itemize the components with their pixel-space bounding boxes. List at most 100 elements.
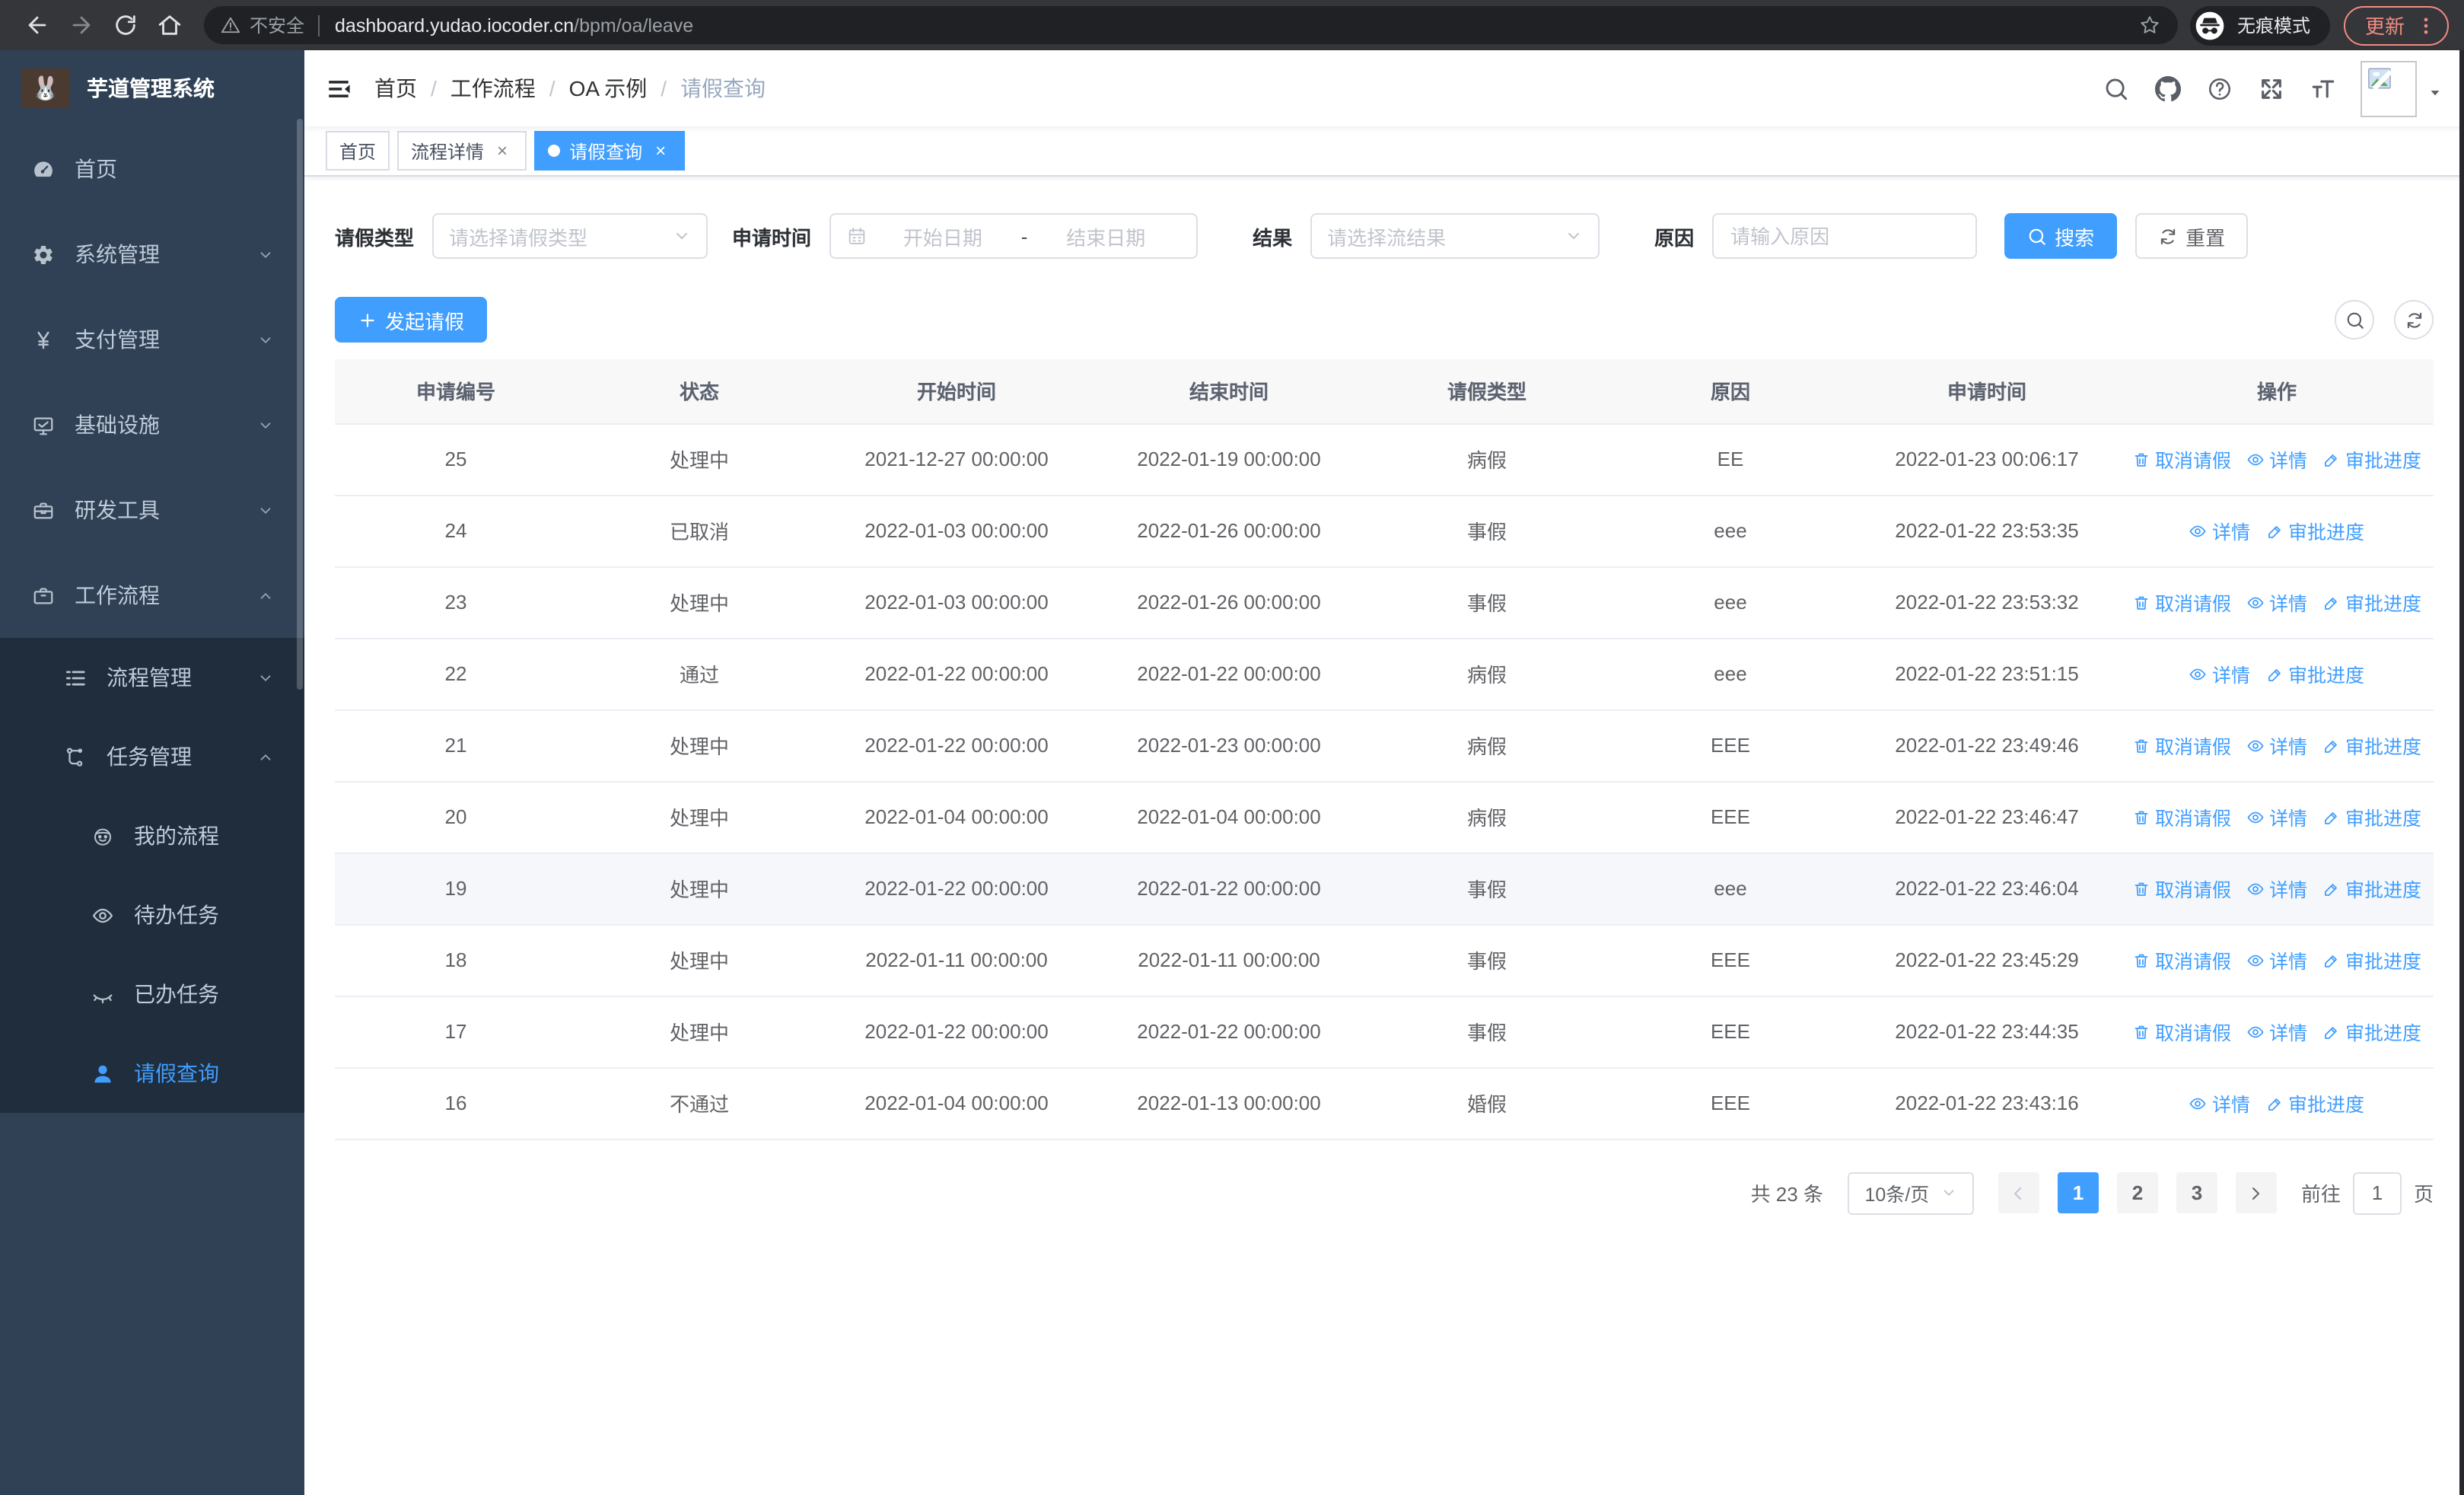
leave-type-select[interactable]: 请选择请假类型: [432, 213, 708, 259]
reason-input[interactable]: [1715, 215, 1975, 257]
action-progress-link[interactable]: 审批进度: [2322, 445, 2421, 473]
browser-back-icon[interactable]: [24, 12, 50, 38]
page-number-button[interactable]: 1: [2057, 1172, 2099, 1213]
sidebar-item-label: 系统管理: [75, 242, 160, 266]
action-detail-link[interactable]: 详情: [2246, 1017, 2307, 1046]
help-icon[interactable]: [2207, 75, 2233, 101]
action-detail-link[interactable]: 详情: [2189, 516, 2250, 545]
app-logo[interactable]: 🐰 芋道管理系统: [0, 50, 304, 126]
fold-sidebar-icon[interactable]: [326, 75, 352, 101]
action-cancel-link[interactable]: 取消请假: [2132, 874, 2231, 903]
sidebar-item[interactable]: 任务管理: [0, 717, 304, 796]
search-button[interactable]: 搜索: [2004, 213, 2118, 259]
end-date-placeholder[interactable]: 结束日期: [1030, 222, 1181, 250]
action-detail-link[interactable]: 详情: [2246, 445, 2307, 473]
breadcrumb-item[interactable]: 首页: [374, 73, 417, 104]
table-row: 23 处理中 2022-01-03 00:00:00 2022-01-26 00:00…: [335, 566, 2434, 639]
tab[interactable]: 请假查询 ×: [534, 131, 686, 171]
sidebar-item[interactable]: 流程管理: [0, 638, 304, 717]
action-cancel-link[interactable]: 取消请假: [2132, 945, 2231, 974]
action-detail-link[interactable]: 详情: [2246, 945, 2307, 974]
not-secure-icon[interactable]: [221, 15, 240, 35]
browser-reload-icon[interactable]: [113, 12, 138, 38]
page-number-button[interactable]: 2: [2116, 1172, 2158, 1213]
tab[interactable]: 流程详情 ×: [397, 131, 527, 171]
header-search-icon[interactable]: [2103, 75, 2129, 101]
cell-end: 2022-01-26 00:00:00: [1091, 495, 1367, 567]
page-number-button[interactable]: 3: [2176, 1172, 2217, 1213]
browser-forward-icon[interactable]: [68, 12, 94, 38]
chevron-up-icon: [257, 587, 274, 604]
user-avatar[interactable]: [2361, 60, 2417, 116]
sidebar-item[interactable]: 支付管理: [0, 297, 304, 382]
sidebar-item[interactable]: 已办任务: [0, 955, 304, 1034]
close-icon[interactable]: ×: [492, 140, 513, 161]
jump-page-input[interactable]: [2352, 1171, 2402, 1214]
reset-button[interactable]: 重置: [2135, 213, 2249, 259]
action-cancel-link[interactable]: 取消请假: [2132, 588, 2231, 617]
action-progress-link[interactable]: 审批进度: [2265, 1089, 2364, 1117]
sidebar-item[interactable]: 工作流程: [0, 553, 304, 638]
sidebar-item[interactable]: 待办任务: [0, 875, 304, 955]
incognito-icon: [2195, 10, 2225, 40]
font-size-icon[interactable]: [2310, 75, 2336, 101]
action-progress-link[interactable]: 审批进度: [2322, 874, 2421, 903]
refresh-table-button[interactable]: [2394, 300, 2434, 339]
action-progress-link[interactable]: 审批进度: [2322, 731, 2421, 760]
prev-page-button[interactable]: [1998, 1172, 2039, 1213]
avatar-caret-icon[interactable]: [2427, 85, 2443, 100]
eye-icon: [2246, 808, 2265, 826]
start-date-placeholder[interactable]: 开始日期: [867, 222, 1018, 250]
action-detail-link[interactable]: 详情: [2246, 874, 2307, 903]
url-host[interactable]: dashboard.yudao.iocoder.cn: [335, 14, 574, 36]
sidebar-item[interactable]: 首页: [0, 126, 304, 212]
trash-icon: [2132, 808, 2150, 826]
browser-menu-icon[interactable]: [2415, 14, 2437, 36]
apply-time-range-picker[interactable]: 开始日期 - 结束日期: [829, 213, 1199, 259]
action-detail-link[interactable]: 详情: [2189, 1089, 2250, 1117]
sidebar-item[interactable]: 基础设施: [0, 382, 304, 467]
toggle-search-button[interactable]: [2335, 300, 2374, 339]
fullscreen-icon[interactable]: [2259, 75, 2284, 101]
address-bar[interactable]: 不安全 dashboard.yudao.iocoder.cn /bpm/oa/l…: [204, 6, 2178, 44]
action-cancel-link[interactable]: 取消请假: [2132, 802, 2231, 831]
sidebar-item[interactable]: 研发工具: [0, 467, 304, 553]
page-size-select[interactable]: 10条/页: [1847, 1171, 1974, 1214]
breadcrumb-item[interactable]: OA 示例: [569, 73, 648, 104]
tab[interactable]: 首页: [326, 131, 390, 171]
github-icon[interactable]: [2155, 75, 2181, 101]
sidebar-item[interactable]: 我的流程: [0, 796, 304, 875]
action-progress-link[interactable]: 审批进度: [2322, 802, 2421, 831]
url-path[interactable]: /bpm/oa/leave: [574, 14, 693, 36]
result-label: 结果: [1253, 226, 1293, 249]
browser-home-icon[interactable]: [157, 12, 183, 38]
action-progress-link[interactable]: 审批进度: [2322, 945, 2421, 974]
next-page-button[interactable]: [2235, 1172, 2277, 1213]
action-progress-link[interactable]: 审批进度: [2265, 516, 2364, 545]
breadcrumb-item[interactable]: 工作流程: [450, 73, 536, 104]
security-label[interactable]: 不安全: [250, 12, 304, 38]
action-detail-link[interactable]: 详情: [2246, 802, 2307, 831]
action-progress-link[interactable]: 审批进度: [2322, 1017, 2421, 1046]
action-progress-link[interactable]: 审批进度: [2322, 588, 2421, 617]
action-detail-link[interactable]: 详情: [2189, 659, 2250, 688]
action-cancel-link[interactable]: 取消请假: [2132, 445, 2231, 473]
bookmark-star-icon[interactable]: [2138, 14, 2161, 37]
update-label[interactable]: 更新: [2365, 11, 2405, 40]
app-header: 首页 / 工作流程 / OA 示例 / 请假查询: [304, 50, 2464, 126]
window-scrollbar[interactable]: [2459, 50, 2464, 1495]
action-label: 详情: [2211, 665, 2250, 687]
close-icon[interactable]: ×: [650, 140, 671, 161]
action-cancel-link[interactable]: 取消请假: [2132, 731, 2231, 760]
sidebar-scrollbar-thumb[interactable]: [297, 119, 303, 690]
browser-update-button[interactable]: 更新: [2343, 5, 2449, 45]
action-detail-link[interactable]: 详情: [2246, 731, 2307, 760]
action-detail-link[interactable]: 详情: [2246, 588, 2307, 617]
action-progress-link[interactable]: 审批进度: [2265, 659, 2364, 688]
action-cancel-link[interactable]: 取消请假: [2132, 1017, 2231, 1046]
sidebar-item[interactable]: 请假查询: [0, 1034, 304, 1113]
eye-icon: [2246, 1022, 2265, 1041]
result-select[interactable]: 请选择流结果: [1310, 213, 1600, 259]
create-leave-button[interactable]: 发起请假: [335, 297, 488, 343]
sidebar-item[interactable]: 系统管理: [0, 212, 304, 297]
